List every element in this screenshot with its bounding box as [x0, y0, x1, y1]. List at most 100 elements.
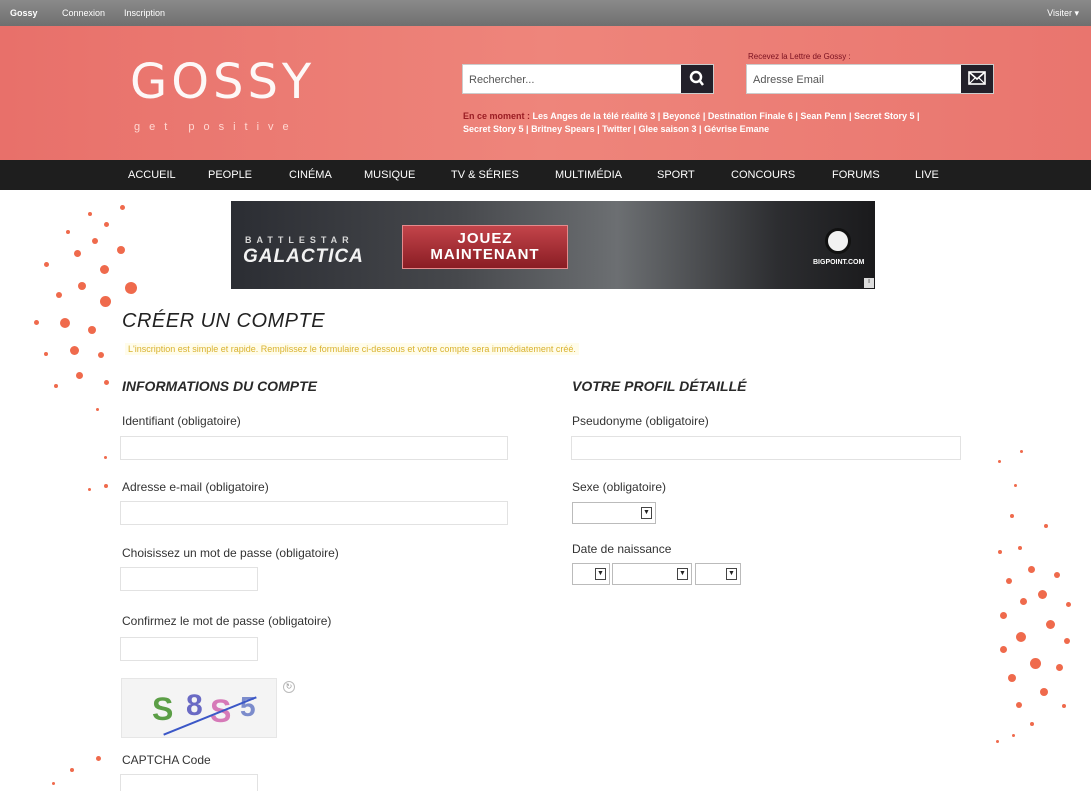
search-input[interactable]: Rechercher... — [469, 74, 534, 86]
decorative-dot — [92, 238, 98, 244]
form-intro: L'inscription est simple et rapide. Remp… — [125, 343, 579, 355]
decorative-dot — [1044, 524, 1048, 528]
decorative-dot — [1012, 734, 1015, 737]
decorative-dot — [1000, 646, 1007, 653]
trending-link[interactable]: Secret Story 5 — [463, 124, 524, 134]
main-nav: ACCUEIL PEOPLE CINÉMA MUSIQUE TV & SÉRIE… — [0, 160, 1091, 190]
trending-link[interactable]: Twitter — [602, 124, 631, 134]
nav-item-sport[interactable]: SPORT — [657, 169, 695, 181]
decorative-dot — [125, 282, 137, 294]
decorative-dot — [104, 380, 109, 385]
pseudonym-field[interactable] — [571, 436, 961, 460]
nav-item-multimedia[interactable]: MULTIMÉDIA — [555, 169, 622, 181]
ad-play-button[interactable]: JOUEZ MAINTENANT — [402, 225, 568, 269]
newsletter-box[interactable]: Adresse Email — [746, 64, 994, 94]
visitor-menu[interactable]: Visiter ▾ — [1047, 8, 1079, 19]
newsletter-submit-button[interactable] — [961, 65, 993, 93]
page: Gossy Connexion Inscription Visiter ▾ GO… — [0, 0, 1091, 791]
chevron-down-icon: ▼ — [641, 507, 652, 519]
password-label: Choisissez un mot de passe (obligatoire) — [122, 546, 339, 560]
decorative-dot — [1038, 590, 1047, 599]
birth-year-select[interactable]: ▼ — [695, 563, 741, 585]
decorative-dot — [120, 205, 125, 210]
search-button[interactable] — [681, 65, 713, 93]
trending-link[interactable]: Britney Spears — [531, 124, 595, 134]
captcha-field[interactable] — [120, 774, 258, 791]
confirm-password-label: Confirmez le mot de passe (obligatoire) — [122, 614, 332, 628]
nav-item-concours[interactable]: CONCOURS — [731, 169, 795, 181]
decorative-dot — [1008, 674, 1016, 682]
chevron-down-icon: ▼ — [726, 568, 737, 580]
birth-day-select[interactable]: ▼ — [572, 563, 610, 585]
decorative-dot — [1056, 664, 1063, 671]
trending-link[interactable]: Glee saison 3 — [639, 124, 697, 134]
nav-item-musique[interactable]: MUSIQUE — [364, 169, 415, 181]
nav-item-cinema[interactable]: CINÉMA — [289, 169, 332, 181]
trending-link[interactable]: Destination Finale 6 — [708, 111, 793, 121]
ad-banner[interactable]: BATTLESTAR GALACTICA JOUEZ MAINTENANT BI… — [231, 201, 875, 289]
login-link[interactable]: Connexion — [62, 8, 105, 18]
decorative-dot — [100, 296, 111, 307]
trending-link[interactable]: Gévrise Emane — [704, 124, 769, 134]
nav-item-live[interactable]: LIVE — [915, 169, 939, 181]
birth-month-select[interactable]: ▼ — [612, 563, 692, 585]
search-box[interactable]: Rechercher... — [462, 64, 714, 94]
trending-link[interactable]: Sean Penn — [800, 111, 846, 121]
trending-link[interactable]: Beyoncé — [663, 111, 701, 121]
ad-info-icon[interactable]: i — [864, 278, 874, 288]
nav-item-forums[interactable]: FORUMS — [832, 169, 880, 181]
decorative-dot — [1064, 638, 1070, 644]
decorative-dot — [98, 352, 104, 358]
decorative-dot — [74, 250, 81, 257]
decorative-dot — [96, 408, 99, 411]
site-header: GOSSY get positive Rechercher... Recevez… — [0, 26, 1091, 160]
ad-title-text: GALACTICA — [243, 246, 364, 267]
trending-link[interactable]: Secret Story 5 — [854, 111, 915, 121]
decorative-dot — [996, 740, 999, 743]
decorative-dot — [60, 318, 70, 328]
topbar-brand-link[interactable]: Gossy — [10, 8, 38, 18]
signup-link[interactable]: Inscription — [124, 8, 165, 18]
decorative-dot — [78, 282, 86, 290]
password-field[interactable] — [120, 567, 258, 591]
captcha-char: S — [152, 691, 174, 727]
captcha-label: CAPTCHA Code — [122, 753, 211, 767]
nav-item-accueil[interactable]: ACCUEIL — [128, 169, 176, 181]
decorative-dot — [1040, 688, 1048, 696]
confirm-password-field[interactable] — [120, 637, 258, 661]
nav-item-people[interactable]: PEOPLE — [208, 169, 252, 181]
username-field[interactable] — [120, 436, 508, 460]
decorative-dot — [1020, 450, 1023, 453]
decorative-dot — [88, 488, 91, 491]
decorative-dot — [100, 265, 109, 274]
decorative-dot — [117, 246, 125, 254]
site-logo[interactable]: GOSSY — [130, 54, 315, 110]
decorative-dot — [1030, 722, 1034, 726]
captcha-refresh-icon[interactable]: ↻ — [283, 681, 295, 693]
decorative-dot — [56, 292, 62, 298]
ad-cta-line2: MAINTENANT — [430, 246, 540, 263]
email-field[interactable] — [120, 501, 508, 525]
decorative-dot — [1010, 514, 1014, 518]
page-title: CRÉER UN COMPTE — [122, 310, 326, 332]
birthdate-label: Date de naissance — [572, 542, 672, 556]
decorative-dot — [1062, 704, 1066, 708]
decorative-dot — [998, 550, 1002, 554]
trending-topics: En ce moment : Les Anges de la télé réal… — [463, 111, 920, 134]
account-section-heading: INFORMATIONS DU COMPTE — [122, 378, 317, 394]
sponsor-logo-icon — [825, 228, 851, 254]
profile-section-heading: VOTRE PROFIL DÉTAILLÉ — [572, 378, 747, 394]
decorative-dot — [1028, 566, 1035, 573]
nav-item-tv-series[interactable]: TV & SÉRIES — [451, 169, 519, 181]
ad-cta-line1: JOUEZ — [457, 230, 513, 247]
sex-select[interactable]: ▼ — [572, 502, 656, 524]
trending-link[interactable]: Les Anges de la télé réalité 3 — [533, 111, 656, 121]
newsletter-email-input[interactable]: Adresse Email — [753, 74, 824, 86]
decorative-dot — [70, 346, 79, 355]
pseudonym-label: Pseudonyme (obligatoire) — [572, 414, 709, 428]
decorative-dot — [88, 212, 92, 216]
decorative-dot — [1020, 598, 1027, 605]
decorative-dot — [1000, 612, 1007, 619]
decorative-dot — [1054, 572, 1060, 578]
ad-series-text: BATTLESTAR — [245, 235, 354, 245]
